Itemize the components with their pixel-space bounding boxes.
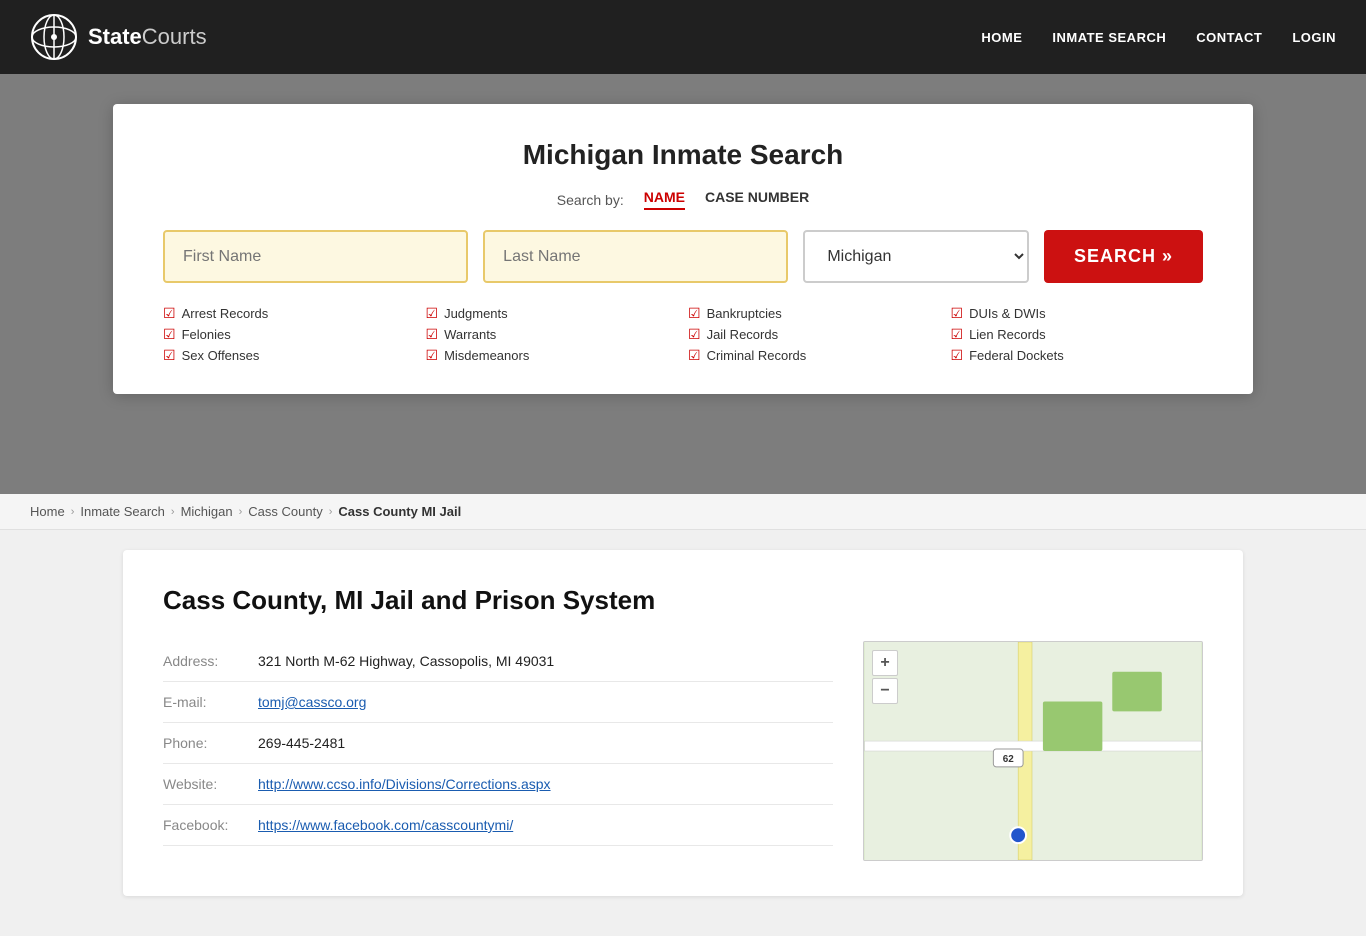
checkbox-icon: ☑ — [688, 347, 701, 364]
check-label: Felonies — [182, 327, 231, 342]
site-header: StateCourts HOME INMATE SEARCH CONTACT L… — [0, 0, 1366, 74]
info-row: Phone:269-445-2481 — [163, 723, 833, 764]
checkbox-icon: ☑ — [426, 326, 439, 343]
check-label: Lien Records — [969, 327, 1046, 342]
info-field-label: Phone: — [163, 735, 258, 751]
checkbox-icon: ☑ — [163, 347, 176, 364]
map-zoom-in-button[interactable]: + — [872, 650, 898, 676]
info-row: Address:321 North M-62 Highway, Cassopol… — [163, 641, 833, 682]
info-row: Facebook:https://www.facebook.com/cassco… — [163, 805, 833, 846]
nav-login[interactable]: LOGIN — [1292, 30, 1336, 45]
first-name-input[interactable] — [163, 230, 468, 283]
hero-section: COURTHOUSE Michigan Inmate Search Search… — [0, 74, 1366, 494]
info-row: Website:http://www.ccso.info/Divisions/C… — [163, 764, 833, 805]
search-card: Michigan Inmate Search Search by: NAME C… — [113, 104, 1253, 394]
info-field-value[interactable]: http://www.ccso.info/Divisions/Correctio… — [258, 776, 551, 792]
map-container: 62 + − — [863, 641, 1203, 861]
info-field-link[interactable]: http://www.ccso.info/Divisions/Correctio… — [258, 776, 551, 792]
check-item: ☑ Federal Dockets — [951, 347, 1204, 364]
check-label: Jail Records — [707, 327, 779, 342]
info-field-label: Address: — [163, 653, 258, 669]
check-label: Sex Offenses — [182, 348, 260, 363]
check-item: ☑ DUIs & DWIs — [951, 305, 1204, 322]
logo-icon — [30, 13, 78, 61]
checkbox-icon: ☑ — [688, 305, 701, 322]
map-svg: 62 — [864, 642, 1202, 860]
check-item: ☑ Arrest Records — [163, 305, 416, 322]
map-zoom-out-button[interactable]: − — [872, 678, 898, 704]
checkbox-icon: ☑ — [426, 305, 439, 322]
main-content: Cass County, MI Jail and Prison System A… — [93, 530, 1273, 936]
info-field-value[interactable]: tomj@cassco.org — [258, 694, 366, 710]
checkbox-icon: ☑ — [163, 305, 176, 322]
search-title: Michigan Inmate Search — [163, 139, 1203, 171]
logo-text: StateCourts — [88, 24, 207, 50]
check-item: ☑ Criminal Records — [688, 347, 941, 364]
breadcrumb-sep-2: › — [171, 506, 175, 518]
breadcrumb-michigan[interactable]: Michigan — [181, 504, 233, 519]
check-label: Criminal Records — [707, 348, 807, 363]
breadcrumb-sep-4: › — [329, 506, 333, 518]
facility-title: Cass County, MI Jail and Prison System — [163, 585, 1203, 616]
check-item: ☑ Bankruptcies — [688, 305, 941, 322]
search-by-label: Search by: — [557, 192, 624, 208]
check-label: Misdemeanors — [444, 348, 529, 363]
state-select[interactable]: Michigan Alabama Alaska Arizona Californ… — [803, 230, 1029, 283]
search-by-row: Search by: NAME CASE NUMBER — [163, 189, 1203, 210]
breadcrumb-current: Cass County MI Jail — [338, 504, 461, 519]
nav-inmate-search[interactable]: INMATE SEARCH — [1052, 30, 1166, 45]
info-field-link[interactable]: tomj@cassco.org — [258, 694, 366, 710]
checkbox-icon: ☑ — [951, 326, 964, 343]
nav-home[interactable]: HOME — [981, 30, 1022, 45]
check-label: Warrants — [444, 327, 496, 342]
check-item: ☑ Felonies — [163, 326, 416, 343]
info-table: Address:321 North M-62 Highway, Cassopol… — [163, 641, 833, 861]
check-item: ☑ Misdemeanors — [426, 347, 679, 364]
info-field-link[interactable]: https://www.facebook.com/casscountymi/ — [258, 817, 513, 833]
search-button[interactable]: SEARCH » — [1044, 230, 1203, 283]
check-label: Federal Dockets — [969, 348, 1064, 363]
breadcrumb-sep-3: › — [239, 506, 243, 518]
check-label: Arrest Records — [182, 306, 269, 321]
tab-name[interactable]: NAME — [644, 189, 685, 210]
breadcrumb-home[interactable]: Home — [30, 504, 65, 519]
breadcrumb-inmate-search[interactable]: Inmate Search — [80, 504, 165, 519]
map-background: 62 + − — [864, 642, 1202, 860]
search-inputs: Michigan Alabama Alaska Arizona Californ… — [163, 230, 1203, 283]
check-item: ☑ Warrants — [426, 326, 679, 343]
tab-case-number[interactable]: CASE NUMBER — [705, 189, 809, 210]
check-label: Judgments — [444, 306, 508, 321]
info-section: Address:321 North M-62 Highway, Cassopol… — [163, 641, 1203, 861]
checkbox-icon: ☑ — [688, 326, 701, 343]
checkbox-icon: ☑ — [163, 326, 176, 343]
header-content: StateCourts HOME INMATE SEARCH CONTACT L… — [30, 13, 1336, 61]
info-field-label: Website: — [163, 776, 258, 792]
checkbox-icon: ☑ — [951, 347, 964, 364]
info-field-value: 269-445-2481 — [258, 735, 345, 751]
check-item: ☑ Judgments — [426, 305, 679, 322]
site-logo[interactable]: StateCourts — [30, 13, 207, 61]
check-item: ☑ Sex Offenses — [163, 347, 416, 364]
checkmarks-grid: ☑ Arrest Records ☑ Judgments ☑ Bankruptcies ☑ D… — [163, 305, 1203, 364]
main-nav: HOME INMATE SEARCH CONTACT LOGIN — [981, 30, 1336, 45]
check-label: DUIs & DWIs — [969, 306, 1046, 321]
svg-text:62: 62 — [1003, 754, 1015, 765]
info-field-value: 321 North M-62 Highway, Cassopolis, MI 4… — [258, 653, 554, 669]
check-item: ☑ Lien Records — [951, 326, 1204, 343]
info-row: E-mail:tomj@cassco.org — [163, 682, 833, 723]
nav-contact[interactable]: CONTACT — [1196, 30, 1262, 45]
info-field-value[interactable]: https://www.facebook.com/casscountymi/ — [258, 817, 513, 833]
info-field-label: Facebook: — [163, 817, 258, 833]
info-field-label: E-mail: — [163, 694, 258, 710]
breadcrumb-cass-county[interactable]: Cass County — [248, 504, 322, 519]
check-label: Bankruptcies — [707, 306, 782, 321]
breadcrumb: Home › Inmate Search › Michigan › Cass C… — [0, 494, 1366, 530]
checkbox-icon: ☑ — [426, 347, 439, 364]
check-item: ☑ Jail Records — [688, 326, 941, 343]
breadcrumb-sep-1: › — [71, 506, 75, 518]
checkbox-icon: ☑ — [951, 305, 964, 322]
last-name-input[interactable] — [483, 230, 788, 283]
content-card: Cass County, MI Jail and Prison System A… — [123, 550, 1243, 896]
